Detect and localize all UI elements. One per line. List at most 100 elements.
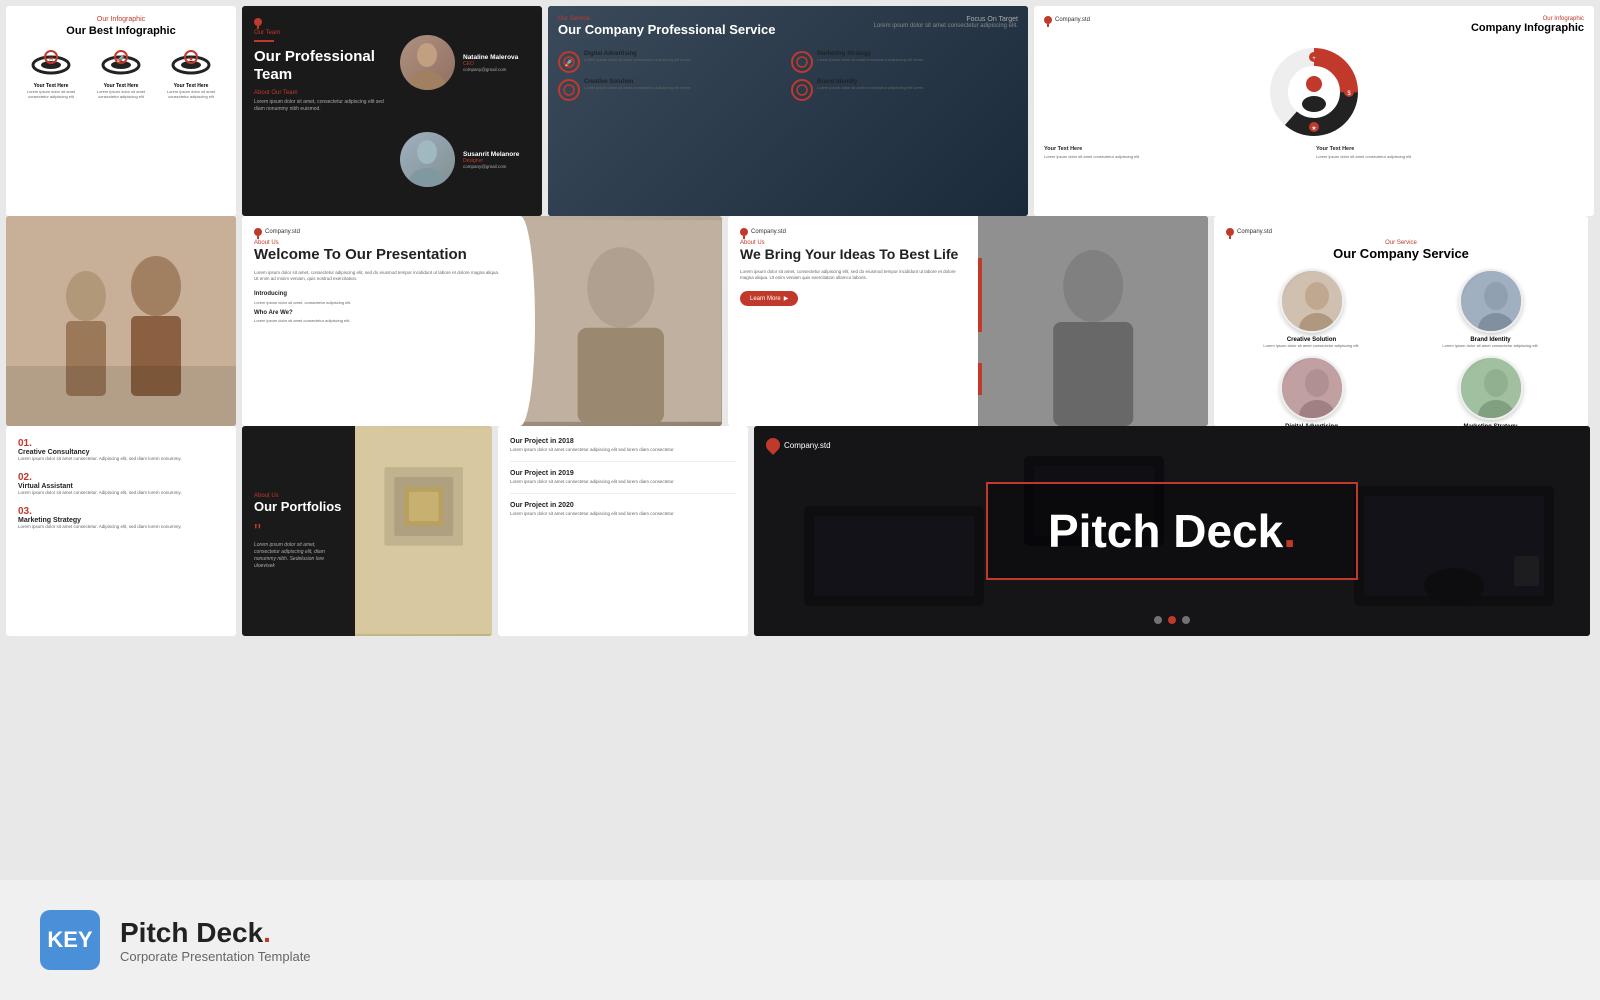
numbered-item-1: 01. Creative Consultancy Lorem ipsum dol… [18,438,224,462]
welcome-person-photo [520,216,722,426]
ring-icon-2: 🚀 [101,45,141,75]
ocs-item-2: Brand Identity Lorem ipsum dolor sit ame… [1405,269,1576,348]
service-icon-4 [791,79,813,101]
ci-logo: Company.std [1044,16,1090,28]
infographic-tag: Our Infographic [16,16,226,23]
ci-desc-1: Lorem ipsum dolor sit amet consectetur a… [1044,154,1312,159]
team-member-1-details: Nataline Malerova CEO company@gmail.com [463,54,518,72]
people-silhouette [6,216,236,426]
key-logo-text: KEY [47,927,92,953]
info-col-2: Your Text Here Lorem ipsum dolor sit ame… [96,83,146,99]
service-item-4: Brand Identity Lorem ipsum dolor sit ame… [791,79,1018,101]
svg-text:★: ★ [188,55,194,63]
svg-text:✕: ✕ [48,56,54,63]
info-desc-3: Lorem ipsum dolor sit amet consectetur a… [166,89,216,99]
slide-best-infographic: Our Infographic Our Best Infographic ✕ 🚀 [6,6,236,216]
ideas-red-accent-bottom-icon [978,363,982,395]
ci-desc-2: Lorem ipsum dolor sit amet consectetur a… [1316,154,1584,159]
donut-chart-svg: + $ ★ [1264,42,1364,142]
ocs-service-desc-1: Lorem ipsum dolor sit amet consectetur a… [1263,343,1359,348]
welcome-title: Welcome To Our Presentation [254,246,505,264]
learn-more-arrow-icon: ▶ [784,295,789,302]
info-desc-1: Lorem ipsum dolor sit amet consectetur a… [26,89,76,99]
ocs-person-2 [1461,271,1523,333]
welcome-person-svg [520,216,722,426]
service-header: Our Service Our Company Professional Ser… [558,16,1018,45]
ideas-image-area [978,216,1208,426]
slide-pitch-deck-main: Company.std Pitch Deck. [754,426,1590,636]
team-member-1: Nataline Malerova CEO company@gmail.com [400,35,534,90]
bottom-bar-dot: . [263,917,271,949]
bottom-title-row: Pitch Deck . [120,917,311,949]
slide-professional-service: Our Service Our Company Professional Ser… [548,6,1028,216]
ci-header: Company.std Our Infographic Company Info… [1044,16,1584,34]
ring-icon-3: ★ [171,45,211,75]
bottom-bar: KEY Pitch Deck . Corporate Presentation … [0,880,1600,1000]
learn-more-button[interactable]: Learn More ▶ [740,291,798,306]
numbered-title-1: Creative Consultancy [18,449,224,456]
ci-col-2: Your Text Here Lorem ipsum dolor sit ame… [1316,146,1584,159]
ocs-logo-pin-icon [1226,228,1234,236]
bulb-icon [563,84,575,96]
ci-tag-right: Our Infographic Company Infographic [1471,16,1584,34]
service-item-2: Marketing Strategy Lorem ipsum dolor sit… [791,51,1018,73]
bottom-bar-title: Pitch Deck [120,917,263,949]
ocs-img-3 [1280,356,1344,420]
ocs-item-3: Digital Advertising Lorem ipsum dolor si… [1226,356,1397,426]
info-col-1: Your Text Here Lorem ipsum dolor sit ame… [26,83,76,99]
icon-item-2: 🚀 [101,45,141,75]
numbered-num-2: 02. [18,472,224,483]
ocs-text-1: Creative Solution Lorem ipsum dolor sit … [1263,337,1359,348]
svg-text:🚀: 🚀 [117,54,126,63]
service-text-1: Digital Advertising Lorem ipsum dolor si… [584,51,691,73]
service-item-3: Creative Solution Lorem ipsum dolor sit … [558,79,785,101]
service-icon-2 [791,51,813,73]
ci-title: Company Infographic [1471,22,1584,34]
numbered-desc-3: Lorem ipsum dolor sit amet consectetur. … [18,524,224,530]
project-year-1: Our Project in 2018 [510,438,736,445]
pagination-dots [1154,616,1190,624]
numbered-num-1: 01. [18,438,224,449]
key-logo: KEY [40,910,100,970]
ocs-logo-text: Company.std [1237,229,1272,235]
ci-logo-pin-icon [1044,16,1052,24]
ocs-text-2: Brand Identity Lorem ipsum dolor sit ame… [1442,337,1538,348]
ocs-person-1 [1282,271,1344,333]
slide-people-photo [6,216,236,426]
numbered-num-3: 03. [18,506,224,517]
welcome-introducing-text: Lorem ipsum dolor sit amet, consectetur … [254,300,500,305]
star-icon [796,84,808,96]
ci-text-cols: Your Text Here Lorem ipsum dolor sit ame… [1044,146,1584,159]
project-item-1: Our Project in 2018 Lorem ipsum dolor si… [510,438,736,462]
service-left: Our Service Our Company Professional Ser… [558,16,775,45]
member-2-name: Susanrit Melanore [463,151,519,158]
ci-label-1: Your Text Here [1044,146,1312,152]
slide-numbered-list: 01. Creative Consultancy Lorem ipsum dol… [6,426,236,636]
project-desc-2: Lorem ipsum dolor sit amet consectetur a… [510,479,736,485]
infographic-icons: ✕ 🚀 ★ [16,45,226,75]
service-title: Our Company Professional Service [558,22,775,37]
icon-item-3: ★ [171,45,211,75]
ideas-red-accent-top-icon [978,258,982,332]
ocs-img-4 [1459,356,1523,420]
svg-text:+: + [1312,56,1316,62]
numbered-desc-2: Lorem ipsum dolor sit amet consectetur. … [18,490,224,496]
service-text-3: Creative Solution Lorem ipsum dolor sit … [584,79,691,101]
chart-icon [796,56,808,68]
ci-logo-text: Company.std [1055,17,1090,23]
svg-text:🚀: 🚀 [565,58,574,67]
service-items: 🚀 Digital Advertising Lorem ipsum dolor … [558,51,1018,101]
welcome-desc: Lorem ipsum dolor sit amet, consectetur … [254,270,500,283]
team-member-2-details: Susanrit Melanore Designer company@gmail… [463,151,519,169]
portfolio-staircase-svg [355,426,493,636]
info-desc-2: Lorem ipsum dolor sit amet consectetur a… [96,89,146,99]
slide-portfolios: About Us Our Portfolios " Lorem ipsum do… [242,426,492,636]
portfolio-image-area [355,426,493,636]
learn-more-label: Learn More [750,296,781,302]
slide-ideas: Company.std About Us We Bring Your Ideas… [728,216,1208,426]
slide-professional-team: Our Team Our Professional Team About Our… [242,6,542,216]
service-icon-1: 🚀 [558,51,580,73]
portfolio-title: Our Portfolios [254,499,343,514]
pitch-title-box: Pitch Deck. [986,482,1358,580]
team-members-panel: Nataline Malerova CEO company@gmail.com … [392,6,542,216]
